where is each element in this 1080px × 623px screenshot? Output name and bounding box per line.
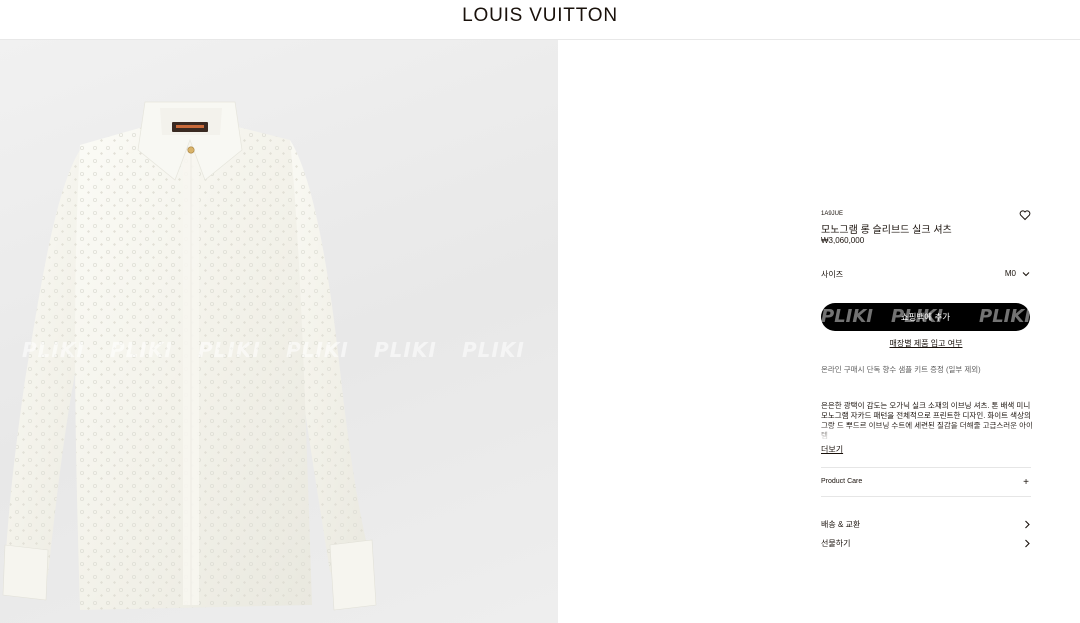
product-sku: 1A9JUE	[821, 211, 844, 217]
product-image[interactable]: PLIKI PLIKI PLIKI PLIKI PLIKI PLIKI	[0, 40, 558, 623]
product-description: 은은한 광택이 감도는 오가닉 실크 소재의 이브닝 셔츠. 톤 배색 미니 모…	[821, 401, 1033, 439]
divider	[821, 467, 1031, 468]
brand-logo[interactable]: LOUIS VUITTON	[0, 5, 1080, 27]
watermark-text: PLIKI	[286, 338, 349, 362]
watermark-text: PLIKI	[110, 338, 173, 362]
gift-label: 선물하기	[821, 539, 851, 548]
watermark-text: PLIKI	[22, 338, 85, 362]
product-care-label: Product Care	[821, 478, 863, 485]
add-to-bag-label: 쇼핑백에 추가	[900, 312, 951, 322]
shirt-illustration	[2, 101, 377, 611]
chevron-right-icon	[1025, 539, 1030, 548]
gift-link[interactable]: 선물하기	[821, 538, 1031, 550]
chevron-right-icon	[1025, 520, 1030, 529]
watermark-text: PLIKI	[374, 338, 437, 362]
product-price: ₩3,060,000	[821, 236, 865, 245]
size-selector[interactable]: 사이즈 M0	[821, 268, 1031, 282]
shipping-link[interactable]: 배송 & 교환	[821, 519, 1031, 531]
size-value: M0	[1004, 269, 1016, 278]
shipping-label: 배송 & 교환	[821, 520, 861, 529]
promo-text: 온라인 구매시 단독 향수 샘플 키트 증정 (일부 제외)	[821, 365, 981, 374]
size-label: 사이즈	[821, 270, 844, 279]
product-care-accordion[interactable]: Product Care +	[821, 477, 1031, 489]
site-header: LOUIS VUITTON	[0, 0, 1080, 40]
divider	[821, 496, 1031, 497]
watermark-text: PLIKI	[462, 338, 525, 362]
heart-icon[interactable]	[1019, 209, 1031, 221]
add-to-bag-button[interactable]: PLIKI PLIKI PLIKI 쇼핑백에 추가	[821, 303, 1030, 331]
plus-icon: +	[1023, 477, 1029, 488]
product-title: 모노그램 롱 슬리브드 실크 셔츠	[821, 225, 952, 236]
store-stock-link[interactable]: 매장별 제품 입고 여부	[821, 338, 1031, 349]
chevron-down-icon	[1022, 272, 1030, 277]
read-more-link[interactable]: 더보기	[821, 444, 843, 455]
watermark-text: PLIKI	[198, 338, 261, 362]
